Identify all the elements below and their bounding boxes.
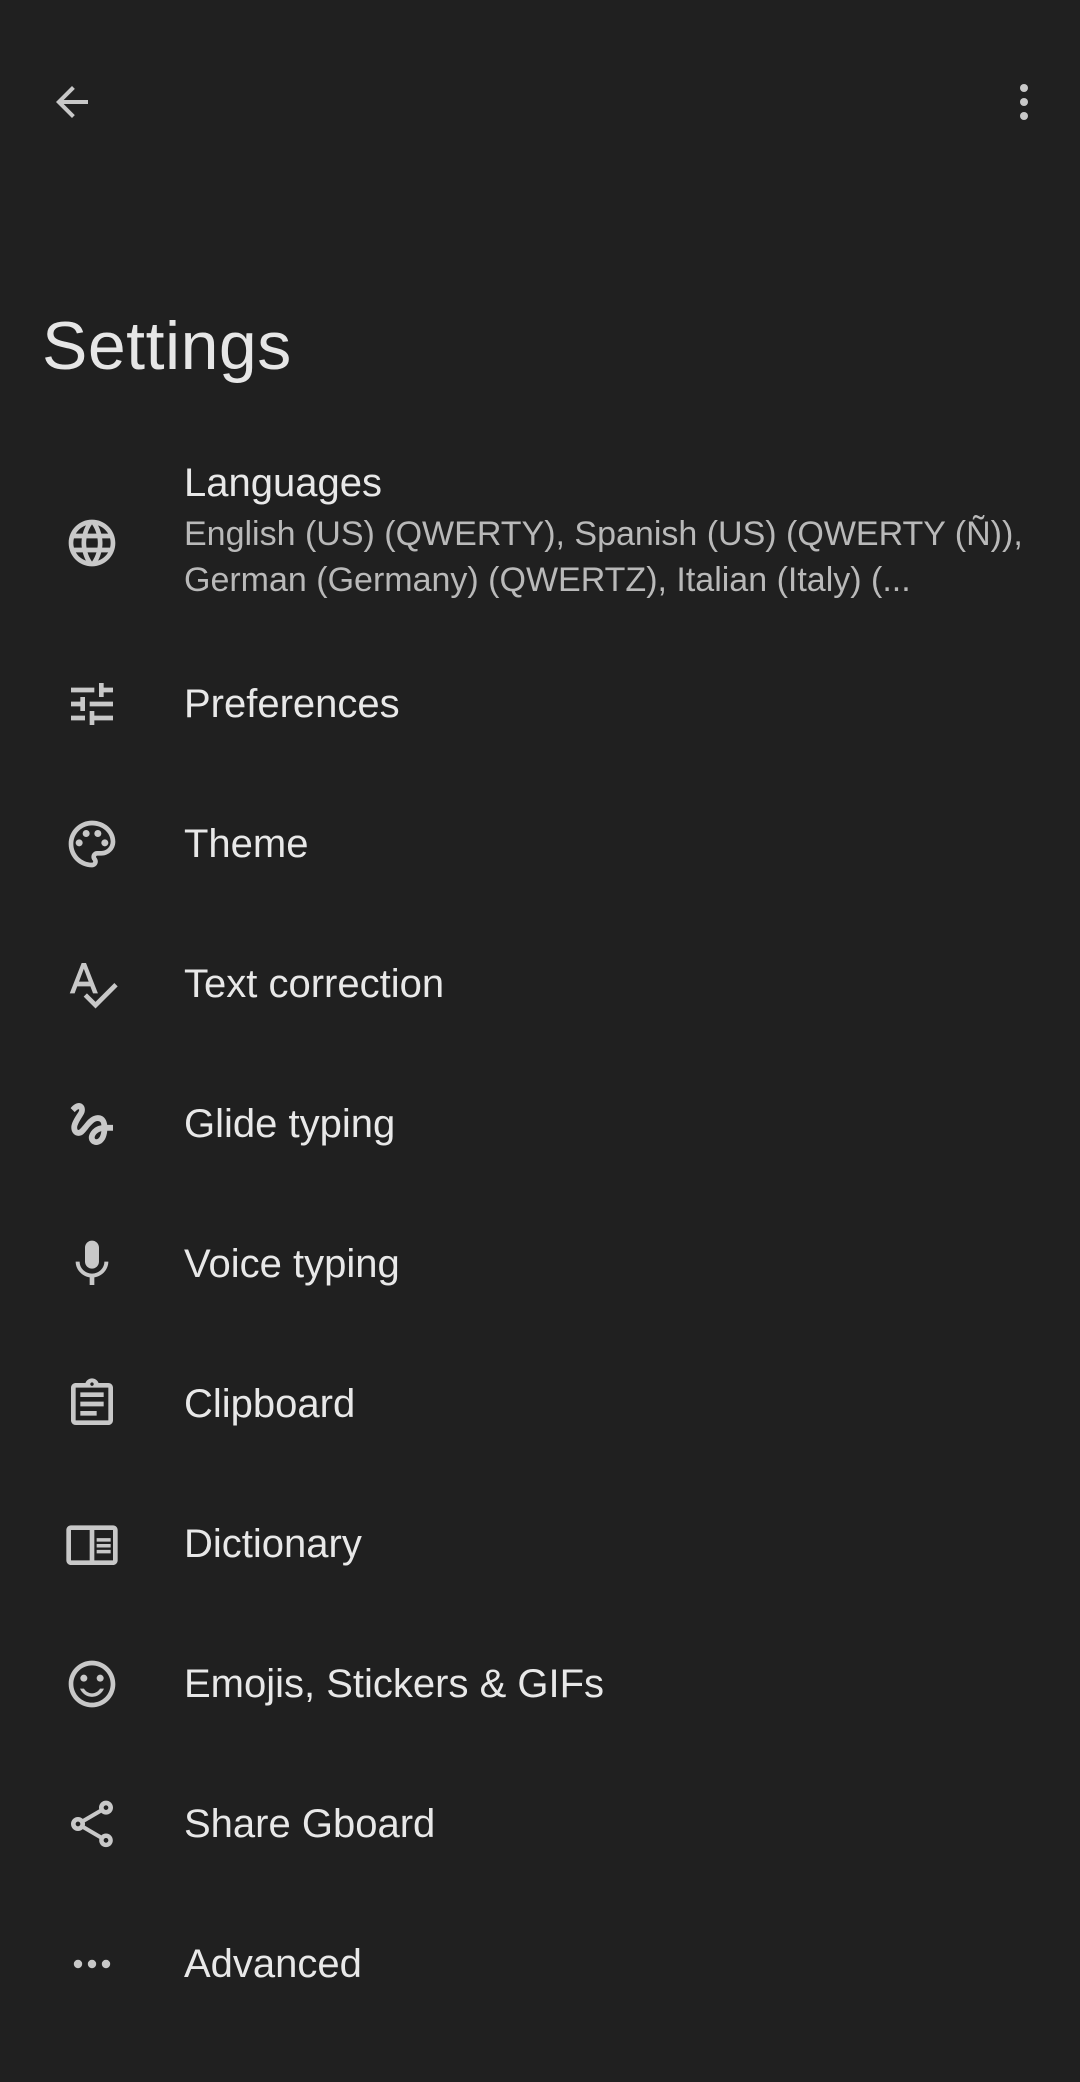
- clipboard-icon: [62, 1374, 122, 1434]
- arrow-back-icon: [48, 78, 96, 126]
- settings-item-label: Dictionary: [184, 1522, 362, 1566]
- gesture-icon: [62, 1094, 122, 1154]
- book-icon: [62, 1514, 122, 1574]
- settings-item-label: Advanced: [184, 1942, 362, 1986]
- settings-item-label: Clipboard: [184, 1382, 356, 1426]
- settings-item-emojis[interactable]: Emojis, Stickers & GIFs: [0, 1614, 1080, 1754]
- languages-summary: English (US) (QWERTY), Spanish (US) (QWE…: [184, 515, 1023, 599]
- mic-icon: [62, 1234, 122, 1294]
- back-button[interactable]: [24, 54, 120, 150]
- settings-item-glide-typing[interactable]: Glide typing: [0, 1054, 1080, 1194]
- settings-item-voice-typing[interactable]: Voice typing: [0, 1194, 1080, 1334]
- settings-item-label: Share Gboard: [184, 1802, 436, 1846]
- languages-text: Languages English (US) (QWERTY), Spanish…: [184, 452, 1034, 603]
- settings-item-label: Text correction: [184, 962, 445, 1006]
- top-app-bar: [0, 0, 1080, 210]
- settings-item-advanced[interactable]: Advanced: [0, 1894, 1080, 2034]
- settings-item-label: Theme: [184, 822, 309, 866]
- settings-item-share-gboard[interactable]: Share Gboard: [0, 1754, 1080, 1894]
- palette-icon: [62, 814, 122, 874]
- settings-item-label: Glide typing: [184, 1102, 396, 1146]
- more-horiz-icon: [62, 1934, 122, 1994]
- settings-item-preferences[interactable]: Preferences: [0, 634, 1080, 774]
- spellcheck-icon: [62, 954, 122, 1014]
- settings-item-languages[interactable]: Languages English (US) (QWERTY), Spanish…: [0, 452, 1080, 634]
- more-options-button[interactable]: [976, 54, 1072, 150]
- settings-item-clipboard[interactable]: Clipboard: [0, 1334, 1080, 1474]
- settings-item-label: Languages: [184, 461, 382, 505]
- settings-item-label: Emojis, Stickers & GIFs: [184, 1662, 605, 1706]
- share-icon: [62, 1794, 122, 1854]
- page-title: Settings: [42, 308, 292, 384]
- settings-item-theme[interactable]: Theme: [0, 774, 1080, 914]
- settings-item-label: Voice typing: [184, 1242, 400, 1286]
- settings-item-text-correction[interactable]: Text correction: [0, 914, 1080, 1054]
- settings-item-label: Preferences: [184, 682, 400, 726]
- settings-item-dictionary[interactable]: Dictionary: [0, 1474, 1080, 1614]
- settings-list: Languages English (US) (QWERTY), Spanish…: [0, 452, 1080, 2034]
- globe-icon: [62, 513, 122, 573]
- tune-icon: [62, 674, 122, 734]
- emoji-icon: [62, 1654, 122, 1714]
- more-vert-icon: [1000, 78, 1048, 126]
